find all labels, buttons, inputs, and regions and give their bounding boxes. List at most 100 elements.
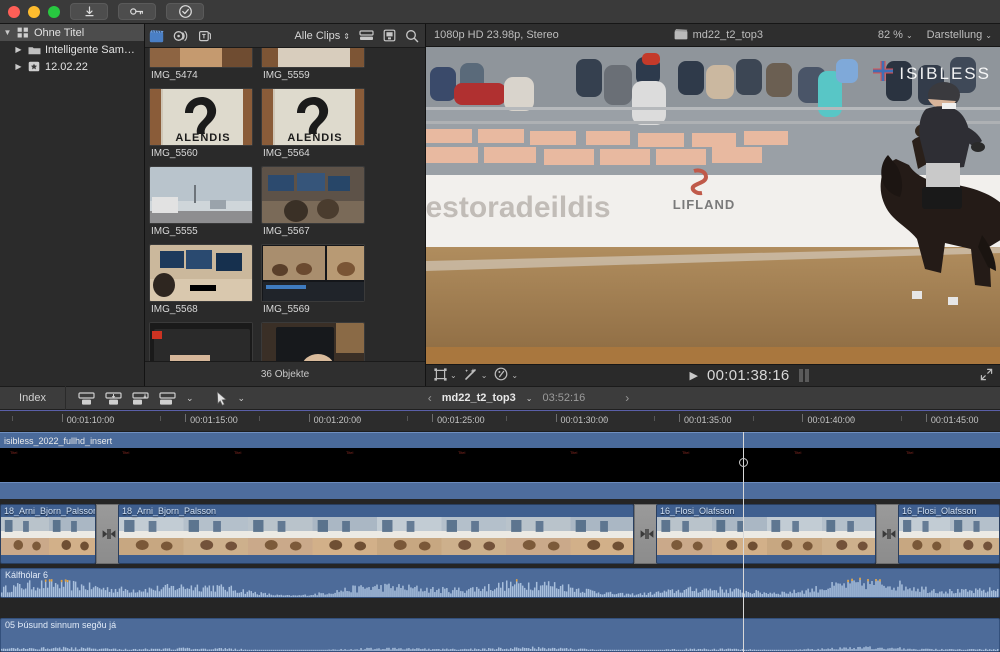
timeline-video-clip[interactable]: 16_Flosi_Olafsson xyxy=(656,504,876,564)
chevron-down-icon: ⌄ xyxy=(985,30,992,40)
viewer-bottom-tools: ⌄ ⌄ ⌄ xyxy=(434,367,518,384)
timeline-project-name[interactable]: md22_t2_top3 xyxy=(442,392,516,404)
clip-thumbnail[interactable] xyxy=(261,166,365,224)
keyword-tag-icon[interactable] xyxy=(198,29,212,43)
overwrite-clip-icon[interactable] xyxy=(159,391,176,406)
clip-thumbnail[interactable]: ALENDIS xyxy=(149,88,253,146)
svg-text:Titel: Titel xyxy=(906,450,914,455)
timeline-tracks[interactable]: isibless_2022_fullhd_insert Titel Titel Ti… xyxy=(0,432,1000,652)
key-icon xyxy=(129,5,145,18)
keywords-button[interactable] xyxy=(118,3,156,20)
minimize-window-button[interactable] xyxy=(28,5,40,18)
ruler-minor-tick xyxy=(654,416,656,421)
clapperboard-icon[interactable] xyxy=(149,29,164,43)
viewer-video-canvas[interactable]: estoradeildis LIFLAND ISIBLESS xyxy=(426,47,1000,364)
clip-thumbnail[interactable]: ALENDIS xyxy=(261,48,365,68)
ruler-minor-tick xyxy=(160,416,162,421)
chevron-down-icon[interactable]: ⌄ xyxy=(238,393,246,404)
viewer-view-menu[interactable]: Darstellung ⌄ xyxy=(927,29,992,41)
timeline-ruler[interactable]: 00:01:10:00 00:01:15:00 00:01:20:00 00:01:2… xyxy=(0,410,1000,432)
filter-icon[interactable] xyxy=(173,29,189,43)
sidebar-item-library[interactable]: ▼ Ohne Titel xyxy=(0,24,144,41)
search-icon[interactable] xyxy=(405,29,419,43)
viewer-zoom-dropdown[interactable]: 82 % ⌄ xyxy=(878,29,913,41)
sidebar-item-event[interactable]: ▶ 12.02.22 xyxy=(0,58,144,75)
browser-filter-dropdown[interactable]: Alle Clips ⇕ xyxy=(294,30,350,42)
timeline-video-clip[interactable]: 16_Flosi_Olafsson xyxy=(898,504,1000,564)
clip-appearance-icon[interactable] xyxy=(359,29,374,42)
sidebar-item-label: 12.02.22 xyxy=(45,60,88,73)
insert-clip-icon[interactable] xyxy=(105,391,122,406)
clip-thumbnail[interactable] xyxy=(149,166,253,224)
playhead-skimmer-dot xyxy=(739,458,748,467)
browser-filmstrip[interactable]: IMG_5474 ALENDIS IMG_5559 xyxy=(145,48,425,361)
isibless-watermark: ISIBLESS xyxy=(873,61,991,86)
item-count-label: 36 Objekte xyxy=(260,368,310,380)
browser-clip[interactable]: IMG_5555 xyxy=(149,166,253,240)
viewer-toolbar-right: 82 % ⌄ Darstellung ⌄ xyxy=(878,29,992,41)
viewer-zoom-label: 82 % xyxy=(877,29,903,41)
sidebar-item-smart-collection[interactable]: ▶ Intelligente Sammlung... xyxy=(0,41,144,58)
ruler-time-label: 00:01:20:00 xyxy=(313,415,362,425)
svg-text:Titel: Titel xyxy=(234,450,242,455)
clip-thumbnail[interactable] xyxy=(261,244,365,302)
viewer-transport-bar: ⌄ ⌄ ⌄ ▶ 00:01:38:16 xyxy=(426,364,1000,386)
browser-clip[interactable]: IMG_5568 xyxy=(149,244,253,318)
fullscreen-button[interactable] xyxy=(980,368,993,384)
background-tasks-button[interactable] xyxy=(166,3,204,20)
append-to-storyline-icon[interactable] xyxy=(78,391,95,406)
browser-clip[interactable]: IMG_5567 xyxy=(261,166,365,240)
zoom-window-button[interactable] xyxy=(48,5,60,18)
ruler-time-label: 00:01:25:00 xyxy=(437,415,485,425)
effects-tool-button[interactable]: ⌄ xyxy=(464,367,488,384)
chevron-left-icon[interactable]: ‹ xyxy=(428,391,432,405)
timeline-audio-clip[interactable]: 05 Þúsund sinnum segðu já xyxy=(0,618,1000,652)
play-triangle-icon[interactable]: ▶ xyxy=(690,369,698,382)
timeline-video-clip[interactable]: 18_Arni_Bjorn_Palsson xyxy=(0,504,96,564)
select-tool-icon[interactable] xyxy=(216,391,228,406)
filmstrip-view-icon[interactable] xyxy=(383,29,396,42)
disclosure-triangle-icon[interactable]: ▶ xyxy=(14,62,23,71)
timeline-playhead[interactable] xyxy=(739,432,748,652)
ruler-major-tick xyxy=(802,414,804,422)
chevron-down-icon[interactable]: ⌄ xyxy=(526,394,533,403)
viewer-timecode[interactable]: 00:01:38:16 xyxy=(707,367,790,384)
clip-thumbnail[interactable] xyxy=(261,322,365,361)
browser-clip[interactable]: IMG_5571 xyxy=(261,322,365,361)
browser-toolbar: Alle Clips ⇕ xyxy=(145,24,425,48)
library-icon xyxy=(16,27,30,39)
clip-thumbnail[interactable] xyxy=(149,48,253,68)
timeline-storyline[interactable]: 18_Arni_Bjorn_Palsson 18_Arni_Bjorn_Palss… xyxy=(0,504,1000,564)
browser-clip[interactable]: ALENDIS IMG_5560 xyxy=(149,88,253,162)
audio-meter xyxy=(798,369,809,382)
chevron-down-icon: ⌄ xyxy=(480,371,488,380)
color-tool-button[interactable]: ⌄ xyxy=(494,367,518,384)
clip-thumbnail[interactable]: ALENDIS xyxy=(261,88,365,146)
browser-clip[interactable]: ALENDIS IMG_5559 xyxy=(261,48,365,84)
browser-clip[interactable]: ALENDIS IMG_5564 xyxy=(261,88,365,162)
ruler-major-tick xyxy=(432,414,434,422)
timeline-project-header: ‹ md22_t2_top3 ⌄ 03:52:16 › xyxy=(257,391,800,405)
timeline-video-clip[interactable]: 18_Arni_Bjorn_Palsson xyxy=(118,504,634,564)
download-icon xyxy=(83,5,96,18)
connect-clip-icon[interactable] xyxy=(132,391,149,406)
clip-thumbnail[interactable] xyxy=(149,244,253,302)
chevron-right-icon[interactable]: › xyxy=(625,391,629,405)
close-window-button[interactable] xyxy=(8,5,20,18)
import-media-button[interactable] xyxy=(70,3,108,20)
audio-waveform xyxy=(1,646,999,651)
transform-tool-button[interactable]: ⌄ xyxy=(434,367,457,384)
browser-clip[interactable]: IMG_5569 xyxy=(261,244,365,318)
chevron-down-icon[interactable]: ⌄ xyxy=(186,393,194,404)
browser-clip[interactable]: IMG_5474 xyxy=(149,48,253,84)
disclosure-triangle-icon[interactable]: ▶ xyxy=(14,45,23,54)
browser-clip[interactable]: IMG_5570 xyxy=(149,322,253,361)
timeline-index-button[interactable]: Index xyxy=(0,386,66,410)
clip-thumbnail[interactable] xyxy=(149,322,253,361)
title-clip-name: isibless_2022_fullhd_insert xyxy=(4,436,113,446)
timeline-audio-clip[interactable]: Kálfhólar 6 xyxy=(0,568,1000,598)
timeline-title-clip[interactable]: isibless_2022_fullhd_insert xyxy=(0,432,1000,448)
ruler-major-tick xyxy=(925,414,927,422)
upper-panes: ▼ Ohne Titel ▶ Intelligente Sammlung... … xyxy=(0,24,1000,386)
disclosure-triangle-icon[interactable]: ▼ xyxy=(3,28,12,37)
